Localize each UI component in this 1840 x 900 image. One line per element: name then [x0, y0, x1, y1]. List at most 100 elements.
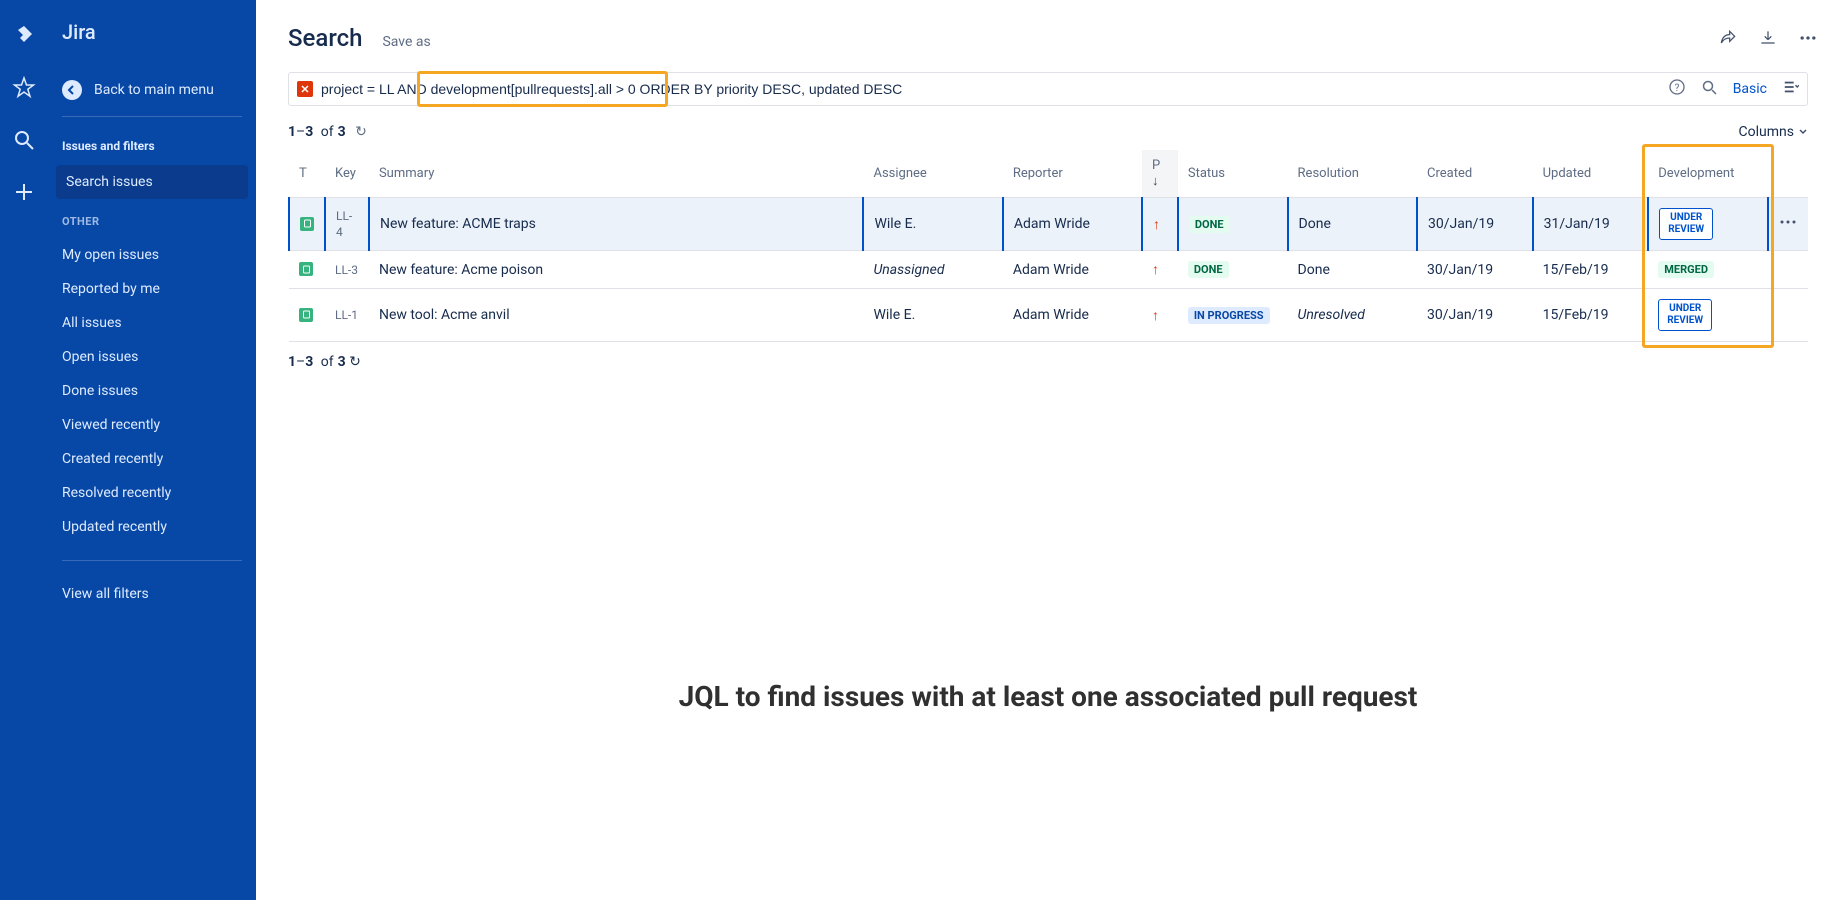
nav-view-all-filters[interactable]: View all filters: [48, 577, 256, 611]
status: DONE: [1178, 251, 1288, 289]
section-header: Issues and filters: [48, 133, 256, 165]
col-key[interactable]: Key: [325, 150, 369, 198]
col-resolution[interactable]: Resolution: [1288, 150, 1417, 198]
col-priority[interactable]: P ↓: [1142, 150, 1178, 198]
updated: 15/Feb/19: [1533, 289, 1649, 342]
issues-table: T Key Summary Assignee Reporter P ↓ Stat…: [288, 150, 1808, 342]
sidebar: Jira Back to main menu Issues and filter…: [48, 0, 256, 900]
issue-key[interactable]: LL-1: [335, 308, 358, 322]
global-icon-rail: [0, 0, 48, 900]
assignee: Wile E.: [863, 198, 1002, 251]
col-assignee[interactable]: Assignee: [863, 150, 1002, 198]
development[interactable]: UNDERREVIEW: [1648, 198, 1768, 251]
col-development[interactable]: Development: [1648, 150, 1768, 198]
status: DONE: [1178, 198, 1288, 251]
table-row[interactable]: LL-4 New feature: ACME trapsWile E.Adam W…: [289, 198, 1808, 251]
view-toggle-icon[interactable]: [1783, 79, 1799, 99]
reporter: Adam Wride: [1003, 251, 1142, 289]
nav-item[interactable]: Reported by me: [48, 272, 256, 306]
row-more[interactable]: [1768, 289, 1808, 342]
priority-up-icon: ↑: [1152, 308, 1159, 324]
columns-button[interactable]: Columns: [1739, 124, 1808, 140]
story-icon: [300, 217, 314, 231]
status: IN PROGRESS: [1178, 289, 1288, 342]
story-icon: [299, 262, 313, 276]
jira-logo-icon[interactable]: [12, 24, 36, 52]
nav-item[interactable]: Resolved recently: [48, 476, 256, 510]
back-label: Back to main menu: [94, 82, 214, 98]
table-row[interactable]: LL-1 New tool: Acme anvilWile E.Adam Wrid…: [289, 289, 1808, 342]
nav-item[interactable]: My open issues: [48, 238, 256, 272]
assignee: Unassigned: [863, 251, 1002, 289]
help-icon[interactable]: ?: [1669, 79, 1685, 99]
issue-key[interactable]: LL-4: [336, 209, 352, 239]
share-icon[interactable]: [1718, 28, 1738, 52]
page-title: Search: [288, 24, 362, 52]
basic-link[interactable]: Basic: [1733, 81, 1767, 97]
star-icon[interactable]: [12, 76, 36, 104]
development[interactable]: MERGED: [1648, 251, 1768, 289]
annotation-caption: JQL to find issues with at least one ass…: [679, 680, 1418, 713]
arrow-left-icon: [62, 80, 82, 100]
search-icon[interactable]: [1701, 79, 1717, 99]
updated: 31/Jan/19: [1533, 198, 1649, 251]
refresh-icon[interactable]: ↻: [355, 124, 367, 140]
nav-item[interactable]: Done issues: [48, 374, 256, 408]
nav-item[interactable]: Viewed recently: [48, 408, 256, 442]
created: 30/Jan/19: [1417, 289, 1533, 342]
priority: ↑: [1142, 251, 1178, 289]
nav-search-issues[interactable]: Search issues: [56, 165, 248, 199]
col-status[interactable]: Status: [1178, 150, 1288, 198]
reporter: Adam Wride: [1003, 198, 1142, 251]
created: 30/Jan/19: [1417, 251, 1533, 289]
save-as-link[interactable]: Save as: [382, 34, 430, 50]
result-count: 1–3 of3 ↻: [288, 124, 367, 140]
issue-key[interactable]: LL-3: [335, 263, 358, 277]
product-name: Jira: [48, 20, 256, 44]
result-count-bottom: 1–3 of3 ↻: [288, 342, 1808, 370]
jql-input[interactable]: [321, 81, 1661, 97]
more-icon[interactable]: [1798, 28, 1818, 52]
refresh-icon[interactable]: ↻: [349, 354, 361, 370]
summary[interactable]: New feature: ACME traps: [369, 198, 864, 251]
back-to-main[interactable]: Back to main menu: [48, 72, 256, 116]
nav-item[interactable]: Updated recently: [48, 510, 256, 544]
priority: ↑: [1142, 289, 1178, 342]
col-actions: [1768, 150, 1808, 198]
summary[interactable]: New feature: Acme poison: [369, 251, 864, 289]
nav-item[interactable]: Created recently: [48, 442, 256, 476]
nav-item[interactable]: All issues: [48, 306, 256, 340]
resolution: Unresolved: [1288, 289, 1417, 342]
divider: [62, 560, 242, 561]
resolution: Done: [1288, 251, 1417, 289]
header-actions: [1718, 28, 1818, 52]
story-icon: [299, 308, 313, 322]
row-more[interactable]: [1768, 198, 1808, 251]
table-row[interactable]: LL-3 New feature: Acme poisonUnassignedAd…: [289, 251, 1808, 289]
divider: [62, 116, 242, 117]
svg-text:?: ?: [1674, 83, 1679, 94]
export-icon[interactable]: [1758, 28, 1778, 52]
col-reporter[interactable]: Reporter: [1003, 150, 1142, 198]
jql-bar: ✕ ? Basic: [288, 72, 1808, 106]
assignee: Wile E.: [863, 289, 1002, 342]
col-type[interactable]: T: [289, 150, 325, 198]
priority: ↑: [1142, 198, 1178, 251]
col-summary[interactable]: Summary: [369, 150, 864, 198]
nav-other-header: OTHER: [48, 199, 256, 238]
updated: 15/Feb/19: [1533, 251, 1649, 289]
col-updated[interactable]: Updated: [1533, 150, 1649, 198]
plus-icon[interactable]: [12, 180, 36, 208]
nav-item[interactable]: Open issues: [48, 340, 256, 374]
summary[interactable]: New tool: Acme anvil: [369, 289, 864, 342]
row-more[interactable]: [1768, 251, 1808, 289]
reporter: Adam Wride: [1003, 289, 1142, 342]
resolution: Done: [1288, 198, 1417, 251]
priority-up-icon: ↑: [1153, 217, 1160, 233]
col-created[interactable]: Created: [1417, 150, 1533, 198]
error-icon[interactable]: ✕: [297, 81, 313, 97]
priority-up-icon: ↑: [1152, 262, 1159, 278]
search-icon[interactable]: [12, 128, 36, 156]
main-content: Search Save as ✕ ? Basic 1–3 of3 ↻ Colum…: [256, 0, 1840, 900]
development[interactable]: UNDERREVIEW: [1648, 289, 1768, 342]
